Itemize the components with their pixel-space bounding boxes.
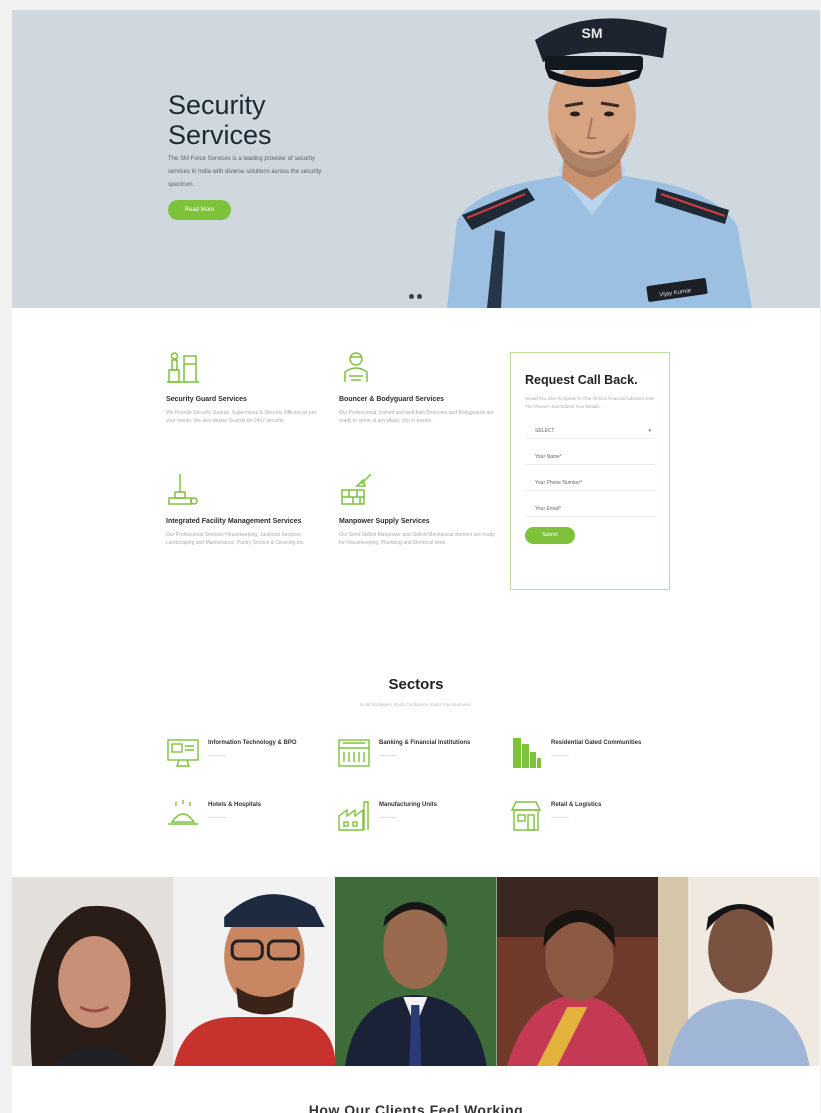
service-text: Our Professional Services Housekeeping, … [166,532,305,546]
divider [551,755,569,756]
service-select[interactable]: SELECT ▾ [525,423,655,439]
hero-banner: Security Services The SM Force Services … [12,10,820,308]
service-facility-management[interactable]: Integrated Facility Management Services … [166,472,326,547]
team-member-photo [658,877,820,1066]
buildings-icon [513,738,541,768]
team-photo-strip [12,877,820,1066]
sector-it-bpo[interactable]: Information Technology & BPO [166,736,326,770]
bodyguard-icon [344,352,368,382]
service-text: Our Semi Skilled Manpower and Skilled Me… [339,532,495,546]
team-member-photo [12,877,174,1066]
submit-button[interactable]: Submit [525,527,575,544]
store-icon [510,801,542,831]
team-member-photo [496,877,659,1066]
hero-description: The SM Force Services is a leading provi… [168,156,322,188]
sector-name: Manufacturing Units [379,802,437,808]
callback-title: Request Call Back. [525,373,638,387]
sector-name: Hotels & Hospitals [208,802,262,808]
request-callback-form: Request Call Back. Would You Like To Spe… [510,352,670,590]
service-bell-icon [168,800,198,825]
guard-tower-icon [167,352,199,383]
team-member-photo [173,877,336,1066]
brick-trowel-icon [341,473,372,505]
security-guard-image: SM Vijay Kumar [447,18,752,308]
slider-dot-1[interactable] [409,294,414,299]
service-title: Integrated Facility Management Services [166,518,302,525]
read-more-button[interactable]: Read More [168,200,231,220]
callback-text: Would You Like To Speak To One Of Our Fi… [525,396,655,409]
slider-dot-2[interactable] [417,294,422,299]
sector-name: Information Technology & BPO [208,740,297,746]
email-field[interactable]: Your Email* [525,501,655,517]
service-title: Bouncer & Bodyguard Services [339,396,445,403]
sector-name: Retail & Logistics [551,802,602,808]
bank-icon [338,739,370,767]
select-value: SELECT [535,427,555,434]
hero-title-line2: Services [168,120,272,150]
divider [551,817,569,818]
cleaning-icon [168,474,198,505]
computer-icon [167,739,199,767]
slider-dots [409,294,422,299]
sector-hotels[interactable]: Hotels & Hospitals [166,798,326,832]
name-field[interactable]: Your Name* [525,449,655,465]
service-text: Our Professional, trained and well-built… [339,410,494,424]
service-bouncer[interactable]: Bouncer & Bodyguard Services Our Profess… [339,350,499,425]
chevron-down-icon: ▾ [648,427,651,434]
sector-residential[interactable]: Residential Gated Communities [509,736,669,770]
hero-title-line1: Security [168,90,266,120]
sectors-subtitle: Build Strategies, Build Confidence, Buil… [360,702,472,707]
service-text: We Provide Security Guards, Supervisors … [166,410,317,424]
phone-field[interactable]: Your Phone Number* [525,475,655,491]
factory-icon [338,801,369,831]
service-manpower[interactable]: Manpower Supply Services Our Semi Skille… [339,472,499,547]
hero-title: Security Services [168,90,272,150]
divider [208,817,226,818]
sector-name: Residential Gated Communities [551,740,642,746]
divider [379,755,397,756]
sector-manufacturing[interactable]: Manufacturing Units [337,798,497,832]
sectors-title: Sectors [388,676,444,693]
service-security-guard[interactable]: Security Guard Services We Provide Secur… [166,350,326,425]
divider [208,755,226,756]
service-title: Security Guard Services [166,396,247,403]
sector-name: Banking & Financial Institutions [379,740,471,746]
service-title: Manpower Supply Services [339,518,430,525]
page: Security Services The SM Force Services … [12,10,820,1113]
team-member-photo [335,877,497,1066]
testimonial-heading: How Our Clients Feel Working [308,1102,524,1113]
cap-logo: SM [582,25,603,41]
sector-banking[interactable]: Banking & Financial Institutions [337,736,497,770]
divider [379,817,397,818]
sector-retail[interactable]: Retail & Logistics [509,798,669,832]
